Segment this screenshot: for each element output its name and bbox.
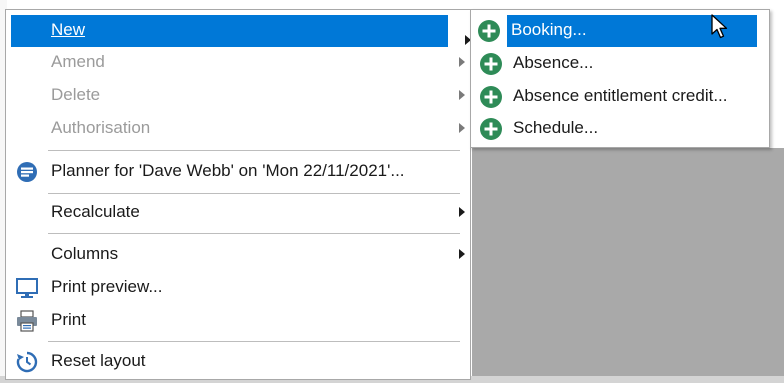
submenu-item-schedule-label: Schedule...	[513, 118, 599, 137]
submenu-item-absence-entitlement-credit-label: Absence entitlement credit...	[513, 86, 728, 105]
menu-item-delete: Delete	[7, 80, 469, 112]
context-menu: New Amend Delete Authorisation Planner f…	[5, 9, 471, 380]
background-grid-area	[472, 148, 784, 376]
submenu-item-absence-entitlement-credit[interactable]: Absence entitlement credit...	[473, 81, 767, 113]
submenu-item-booking-label: Booking...	[511, 20, 587, 39]
menu-item-new[interactable]: New	[11, 15, 448, 47]
menu-separator	[48, 150, 460, 151]
submenu-item-absence[interactable]: Absence...	[473, 48, 767, 80]
menu-item-print[interactable]: Print	[7, 305, 469, 337]
submenu-arrow-icon	[459, 90, 465, 100]
menu-item-amend-label: Amend	[51, 52, 105, 71]
menu-item-print-label: Print	[51, 310, 86, 329]
menu-item-columns-label: Columns	[51, 244, 119, 263]
planner-icon	[17, 162, 37, 182]
plus-circle-icon	[478, 20, 500, 42]
menu-item-columns[interactable]: Columns	[7, 239, 469, 271]
plus-circle-icon	[480, 86, 502, 108]
menu-separator	[48, 193, 460, 194]
submenu-item-schedule[interactable]: Schedule...	[473, 113, 767, 145]
monitor-icon	[16, 278, 38, 298]
menu-separator	[48, 233, 460, 234]
menu-item-planner-label: Planner for 'Dave Webb' on 'Mon 22/11/20…	[51, 161, 405, 180]
menu-item-amend: Amend	[7, 47, 469, 79]
submenu-arrow-icon	[459, 57, 465, 67]
menu-item-authorisation: Authorisation	[7, 113, 469, 145]
menu-item-reset-layout[interactable]: Reset layout	[7, 346, 469, 378]
menu-item-reset-layout-label: Reset layout	[51, 351, 146, 370]
menu-item-delete-label: Delete	[51, 85, 101, 104]
submenu-item-absence-label: Absence...	[513, 53, 594, 72]
submenu-arrow-icon	[459, 249, 465, 259]
menu-item-authorisation-label: Authorisation	[51, 118, 151, 137]
menu-item-recalculate-label: Recalculate	[51, 202, 140, 221]
submenu-arrow-icon	[459, 123, 465, 133]
mouse-cursor-icon	[711, 14, 728, 39]
submenu-arrow-icon	[459, 207, 465, 217]
menu-item-new-label: New	[51, 20, 86, 39]
menu-item-planner[interactable]: Planner for 'Dave Webb' on 'Mon 22/11/20…	[7, 156, 469, 188]
menu-item-print-preview-label: Print preview...	[51, 277, 163, 296]
menu-item-print-preview[interactable]: Print preview...	[7, 272, 469, 304]
history-icon	[16, 351, 38, 373]
plus-circle-icon	[480, 118, 502, 140]
plus-circle-icon	[480, 53, 502, 75]
menu-item-recalculate[interactable]: Recalculate	[7, 197, 469, 229]
menu-separator	[48, 341, 460, 342]
printer-icon	[17, 310, 37, 332]
